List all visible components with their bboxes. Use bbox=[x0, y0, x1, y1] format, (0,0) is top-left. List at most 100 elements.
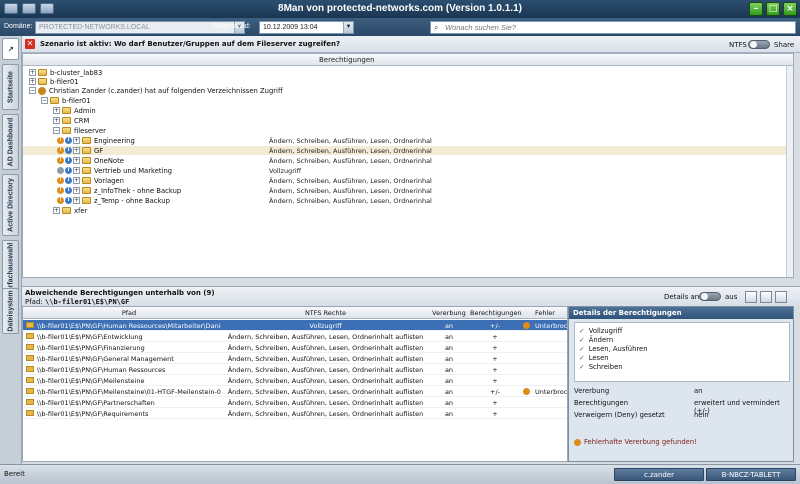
details-off-label: aus bbox=[725, 293, 738, 301]
expand-icon[interactable]: + bbox=[53, 117, 60, 124]
date-select[interactable]: 10.12.2009 13:04 ▼ bbox=[259, 21, 354, 34]
status-text: Bereit bbox=[4, 470, 25, 478]
warning-icon: ! bbox=[57, 187, 64, 194]
tree-row[interactable]: ! i + OneNote Ändern, Schreiben, Ausführen,… bbox=[23, 156, 793, 165]
col-inheritance[interactable]: Vererbung bbox=[429, 309, 469, 317]
tab-active-directory[interactable]: Active Directory bbox=[2, 174, 19, 236]
table-row[interactable]: \\b-filer01\E$\PN\GF\Meilensteine\01-HTG… bbox=[23, 386, 567, 397]
info-icon: i bbox=[65, 157, 72, 164]
folder-icon bbox=[26, 388, 34, 394]
expand-icon[interactable]: + bbox=[73, 157, 80, 164]
inheritance-error: Fehlerhafte Vererbung gefunden! bbox=[574, 438, 697, 446]
tree-row[interactable]: i + Vertrieb und Marketing Vollzugriff bbox=[23, 166, 793, 175]
tab-ad-dashboard[interactable]: AD Dashboard bbox=[2, 114, 19, 170]
tree-row[interactable]: ! i + Vorlagen Ändern, Schreiben, Ausführen… bbox=[23, 176, 793, 185]
folder-icon bbox=[82, 167, 91, 174]
details-on-label: Details an bbox=[664, 293, 700, 301]
col-permissions[interactable]: Berechtigungen bbox=[470, 309, 522, 317]
warning-icon: ! bbox=[57, 177, 64, 184]
table-row[interactable]: \\b-filer01\E$\PN\GF\Finanzierung Ändern… bbox=[23, 342, 567, 353]
close-button[interactable]: × bbox=[783, 2, 797, 16]
expand-icon[interactable]: + bbox=[53, 107, 60, 114]
expand-icon[interactable]: + bbox=[29, 69, 36, 76]
search-input[interactable] bbox=[445, 22, 785, 33]
status-bar: Bereit c.zander B-NBCZ-TABLETT bbox=[0, 464, 800, 484]
folder-icon bbox=[62, 117, 71, 124]
ntfs-share-toggle[interactable] bbox=[748, 40, 770, 49]
share-label: Share bbox=[774, 41, 795, 49]
checkmark-icon: ✓ bbox=[579, 336, 585, 344]
expand-icon[interactable]: + bbox=[73, 167, 80, 174]
tree-row[interactable]: ! i + z_Temp - ohne Backup Ändern, Schreibe… bbox=[23, 196, 793, 205]
deviating-permissions-header: Abweichende Berechtigungen unterhalb von… bbox=[22, 286, 800, 306]
collapse-icon[interactable]: − bbox=[53, 127, 60, 134]
details-permission-list: ✓ Vollzugriff ✓ Ändern ✓ Lesen, Ausführen ✓… bbox=[574, 322, 790, 382]
deviating-permissions-table: Pfad NTFS Rechte Vererbung Berechtigunge… bbox=[22, 306, 568, 462]
tree-row-selected[interactable]: ! i + GF Ändern, Schreiben, Ausführen, Lese… bbox=[23, 146, 793, 155]
tree-row[interactable]: − Christian Zander (c.zander) hat auf fol… bbox=[23, 86, 793, 95]
maximize-button[interactable]: □ bbox=[766, 2, 780, 16]
col-errors[interactable]: Fehler bbox=[535, 309, 567, 317]
expand-icon[interactable]: + bbox=[73, 187, 80, 194]
report-icon[interactable] bbox=[760, 291, 772, 303]
tree-row[interactable]: + Admin bbox=[23, 106, 793, 115]
table-row[interactable]: \\b-filer01\E$\PN\GF\Partnerschaften Änd… bbox=[23, 397, 567, 408]
warning-icon bbox=[523, 388, 530, 395]
info-icon: i bbox=[65, 147, 72, 154]
table-row[interactable]: \\b-filer01\E$\PN\GF\Human Ressources Än… bbox=[23, 364, 567, 375]
permissions-column-header: Berechtigungen bbox=[319, 56, 375, 64]
permission-tree: Berechtigungen + b-cluster_lab83 + b-filer… bbox=[22, 53, 794, 278]
detail-deny: Verweigern (Deny) gesetzt nein bbox=[574, 411, 709, 419]
expand-icon[interactable]: + bbox=[73, 177, 80, 184]
tab-pin[interactable]: ↘ bbox=[2, 38, 19, 60]
domain-value: PROTECTED-NETWORKS.LOCAL bbox=[39, 24, 150, 31]
search-box[interactable]: ⌕ bbox=[430, 21, 796, 34]
tree-row-permissions: Ändern, Schreiben, Ausführen, Lesen, Ord… bbox=[269, 157, 432, 165]
detail-inheritance: Vererbung an bbox=[574, 387, 703, 395]
print-icon[interactable] bbox=[775, 291, 787, 303]
chevron-down-icon[interactable]: ▼ bbox=[343, 22, 353, 33]
export-icon[interactable] bbox=[745, 291, 757, 303]
tree-row[interactable]: + CRM bbox=[23, 116, 793, 125]
table-row[interactable]: \\b-filer01\E$\PN\GF\General Management … bbox=[23, 353, 567, 364]
domain-label: Domäne: bbox=[4, 23, 33, 30]
expand-icon[interactable]: + bbox=[73, 137, 80, 144]
tree-row[interactable]: ! i + Engineering Ändern, Schreiben, Ausfüh… bbox=[23, 136, 793, 145]
tab-dateisystem[interactable]: Dateisystem bbox=[2, 288, 19, 334]
table-row[interactable]: \\b-filer01\E$\PN\GF\Meilensteine Ändern… bbox=[23, 375, 567, 386]
folder-icon bbox=[82, 197, 91, 204]
tab-startseite[interactable]: Startseite bbox=[2, 64, 19, 110]
table-row[interactable]: \\b-filer01\E$\PN\GF\Requirements Ändern… bbox=[23, 408, 567, 419]
tree-row[interactable]: + xfer bbox=[23, 206, 793, 215]
tree-row[interactable]: + b-cluster_lab83 bbox=[23, 68, 793, 77]
tree-scrollbar[interactable] bbox=[786, 66, 793, 277]
expand-icon[interactable]: + bbox=[73, 147, 80, 154]
date-value: 10.12.2009 13:04 bbox=[263, 24, 318, 31]
checkmark-icon: ✓ bbox=[579, 363, 585, 371]
table-row[interactable]: \\b-filer01\E$\PN\GF\Entwicklung Ändern,… bbox=[23, 331, 567, 342]
scenario-text: Szenario ist aktiv: Wo darf Benutzer/Gru… bbox=[40, 40, 341, 48]
close-scenario-icon[interactable]: ✕ bbox=[25, 39, 35, 49]
tree-row[interactable]: ! i + z_InfoThek - ohne Backup Ändern, Schr… bbox=[23, 186, 793, 195]
col-ntfs[interactable]: NTFS Rechte bbox=[223, 309, 428, 317]
details-title: Details der Berechtigungen bbox=[569, 307, 793, 319]
expand-icon[interactable]: + bbox=[53, 207, 60, 214]
folder-icon bbox=[26, 344, 34, 350]
collapse-icon[interactable]: − bbox=[41, 97, 48, 104]
details-toggle[interactable] bbox=[699, 292, 721, 301]
status-user: c.zander bbox=[614, 468, 704, 481]
folder-icon bbox=[82, 177, 91, 184]
table-row-selected[interactable]: \\b-filer01\E$\PN\GF\Human Ressources\Mi… bbox=[23, 320, 567, 331]
permission-item: ✓ Lesen, Ausführen bbox=[579, 345, 648, 353]
tree-row[interactable]: + b-filer01 bbox=[23, 77, 793, 86]
collapse-icon[interactable]: − bbox=[29, 87, 36, 94]
tree-row[interactable]: − fileserver bbox=[23, 126, 793, 135]
folder-icon bbox=[26, 355, 34, 361]
expand-icon[interactable]: + bbox=[73, 197, 80, 204]
expand-icon[interactable]: + bbox=[29, 78, 36, 85]
tree-row[interactable]: − b-filer01 bbox=[23, 96, 793, 105]
minimize-button[interactable]: – bbox=[749, 2, 763, 16]
col-path[interactable]: Pfad bbox=[37, 309, 221, 317]
date-label: Datenstand: bbox=[213, 23, 251, 30]
permission-item: ✓ Lesen bbox=[579, 354, 609, 362]
